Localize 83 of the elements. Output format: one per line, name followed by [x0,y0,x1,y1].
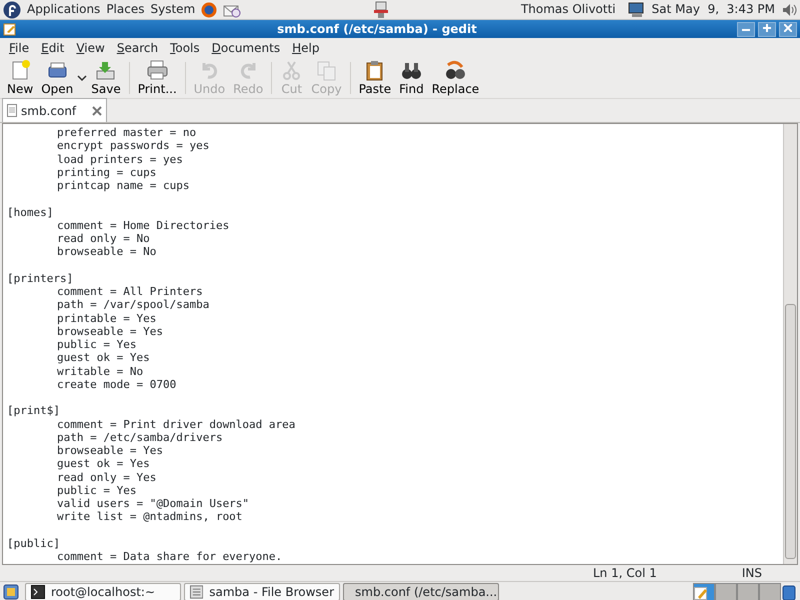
menu-item[interactable]: Documents [206,38,286,56]
code-line: preferred master = no [56,126,196,139]
code-line: browseable = Yes [56,444,163,457]
text-editor-icon [694,586,708,600]
trash-icon[interactable] [781,582,797,600]
panel-menu[interactable]: Places [106,0,144,19]
taskbar-button[interactable]: root@localhost:~ [25,582,181,600]
scrollbar[interactable] [783,124,797,564]
menu-item[interactable]: View [70,38,111,56]
save-icon [94,59,118,82]
code-line: public = Yes [56,338,136,351]
code-line: public = Yes [56,484,136,497]
fedora-logo-icon[interactable] [3,0,21,18]
menu-item[interactable]: File [3,38,36,56]
cursor-position: Ln 1, Col 1 [592,565,657,581]
code-line: read only = Yes [56,470,156,484]
code-line: printing = cups [56,166,156,179]
code-line: create mode = 0700 [56,378,176,391]
minimize-button[interactable] [737,22,755,36]
close-icon [92,106,102,116]
panel-menu[interactable]: Applications [27,0,100,19]
dropdown-caret-icon[interactable] [77,74,88,82]
code-line: load printers = yes [56,152,183,166]
menu-item[interactable]: Tools [164,38,206,56]
code-line: printable = Yes [56,312,156,324]
panel-menu[interactable]: System [150,0,196,19]
code-line: path = /var/spool/samba [56,298,210,312]
scrollbar-thumb[interactable] [785,304,796,559]
insert-mode: INS [742,565,762,581]
code-line: writable = No [56,364,144,378]
user-name[interactable]: Thomas Olivotti [520,0,616,19]
code-line: [homes] [7,206,54,218]
toolbar-button[interactable]: Save [87,57,125,98]
printer-icon [146,59,169,82]
code-line: comment = All Printers [56,285,203,298]
stamp-icon[interactable] [372,0,390,18]
code-line: [printers] [7,272,74,285]
maximize-icon [763,24,771,32]
close-button[interactable] [779,22,797,36]
maximize-button[interactable] [758,22,776,36]
code-line: [public] [7,536,60,550]
code-line: comment = Print driver download area [56,418,296,430]
toolbar-button[interactable]: Print... [134,57,181,98]
close-icon [784,24,792,32]
browser-icon[interactable] [201,2,218,18]
toolbar-button[interactable]: Replace [428,57,484,98]
clock[interactable]: Sat May 9, 3:43 PM [652,0,775,19]
menu-item[interactable]: Help [286,38,326,56]
code-line: guest ok = Yes [56,457,150,470]
code-line: write list = @ntadmins, root [56,510,242,524]
code-line: browseable = Yes [56,324,163,338]
code-line: read only = No [56,232,150,245]
workspace-button[interactable] [715,582,737,600]
code-line: browseable = No [56,245,156,258]
taskbar-button[interactable]: smb.conf (/etc/samba... [343,582,499,600]
toolbar-button[interactable]: Find [395,57,428,98]
code-line: encrypt passwords = yes [56,139,210,152]
workspace-button[interactable] [737,582,759,600]
toolbar-button[interactable]: Paste [354,57,396,98]
binoculars-icon [444,59,467,82]
menu-item[interactable]: Edit [35,38,70,56]
code-line: comment = Data share for everyone. [56,550,282,563]
code-line: printcap name = cups [56,179,190,192]
terminal-icon [31,584,45,598]
document-icon [7,104,17,117]
code-line: path = /etc/samba/drivers [56,430,223,444]
notepad-icon [3,22,17,36]
menu-item[interactable]: Search [110,38,164,56]
volume-icon[interactable] [781,2,797,18]
toolbar-button[interactable]: New [3,57,38,98]
code-line: valid users = "@Domain Users" [56,497,250,510]
toolbar-button[interactable]: Open [37,57,78,98]
file-manager-icon [190,584,204,598]
document-tab[interactable]: smb.conf [2,98,108,122]
code-line: comment = Home Directories [56,218,230,232]
taskbar-button[interactable]: samba - File Browser [184,582,340,600]
window-title: smb.conf (/etc/samba) - gedit [276,21,478,38]
code-line: guest ok = Yes [56,351,150,364]
workspace-button[interactable] [693,582,715,600]
copy-icon [314,59,338,82]
code-line: [print$] [7,404,60,418]
show-desktop-icon[interactable] [3,584,19,600]
network-icon[interactable] [628,2,646,18]
